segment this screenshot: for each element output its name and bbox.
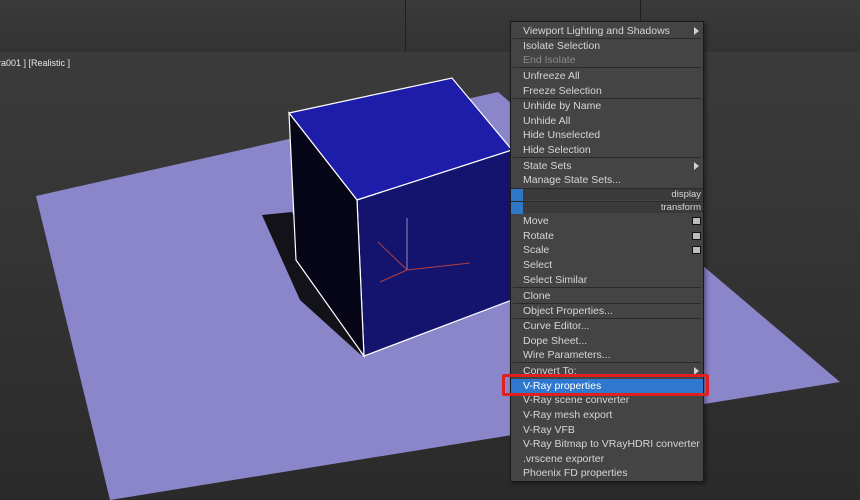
menu-item-isolate-selection[interactable]: Isolate Selection [511, 39, 703, 53]
menu-item-vray-vfb[interactable]: V-Ray VFB [511, 423, 703, 437]
menu-item-vray-mesh-export[interactable]: V-Ray mesh export [511, 408, 703, 422]
menu-item-clone[interactable]: Clone [511, 289, 703, 303]
quad-context-menu: Viewport Lighting and Shadows Isolate Se… [510, 21, 704, 482]
submenu-arrow-icon [694, 27, 699, 35]
menu-separator [513, 362, 701, 363]
settings-box-icon[interactable] [692, 232, 701, 240]
menu-item-vray-bitmap-converter[interactable]: V-Ray Bitmap to VRayHDRI converter [511, 437, 703, 451]
menu-item-select-similar[interactable]: Select Similar [511, 273, 703, 287]
menu-item-freeze-selection[interactable]: Freeze Selection [511, 84, 703, 98]
perspective-viewport[interactable]: ra001 ] [Realistic ] [0, 52, 860, 500]
menu-item-unhide-by-name[interactable]: Unhide by Name [511, 99, 703, 113]
top-toolbar-strip [0, 0, 860, 52]
menu-item-dope-sheet[interactable]: Dope Sheet... [511, 334, 703, 348]
scene-canvas[interactable] [0, 52, 860, 500]
menu-item-phoenix-fd-properties[interactable]: Phoenix FD properties [511, 466, 703, 480]
submenu-arrow-icon [694, 162, 699, 170]
menu-item-object-properties[interactable]: Object Properties... [511, 304, 703, 318]
quad-header-display: display [511, 188, 703, 201]
menu-item-rotate[interactable]: Rotate [511, 229, 703, 243]
menu-item-move[interactable]: Move [511, 214, 703, 228]
menu-separator [513, 157, 701, 158]
quad-color-swatch [511, 202, 523, 214]
quad-header-transform: transform [511, 201, 703, 214]
menu-separator [513, 287, 701, 288]
menu-item-unhide-all[interactable]: Unhide All [511, 114, 703, 128]
quad-color-swatch [511, 189, 523, 201]
menu-item-vrscene-exporter[interactable]: .vrscene exporter [511, 452, 703, 466]
menu-item-manage-state-sets[interactable]: Manage State Sets... [511, 173, 703, 187]
menu-item-scale[interactable]: Scale [511, 243, 703, 257]
menu-item-unfreeze-all[interactable]: Unfreeze All [511, 69, 703, 83]
menu-item-hide-unselected[interactable]: Hide Unselected [511, 128, 703, 142]
toolbar-divider [405, 0, 406, 52]
menu-item-viewport-lighting[interactable]: Viewport Lighting and Shadows [511, 24, 703, 38]
menu-item-state-sets[interactable]: State Sets [511, 159, 703, 173]
menu-item-select[interactable]: Select [511, 258, 703, 272]
menu-item-end-isolate[interactable]: End Isolate [511, 53, 703, 67]
menu-item-wire-parameters[interactable]: Wire Parameters... [511, 348, 703, 362]
settings-box-icon[interactable] [692, 246, 701, 254]
annotation-highlight-frame [502, 374, 709, 396]
menu-separator [513, 67, 701, 68]
menu-item-hide-selection[interactable]: Hide Selection [511, 143, 703, 157]
settings-box-icon[interactable] [692, 217, 701, 225]
menu-item-curve-editor[interactable]: Curve Editor... [511, 319, 703, 333]
